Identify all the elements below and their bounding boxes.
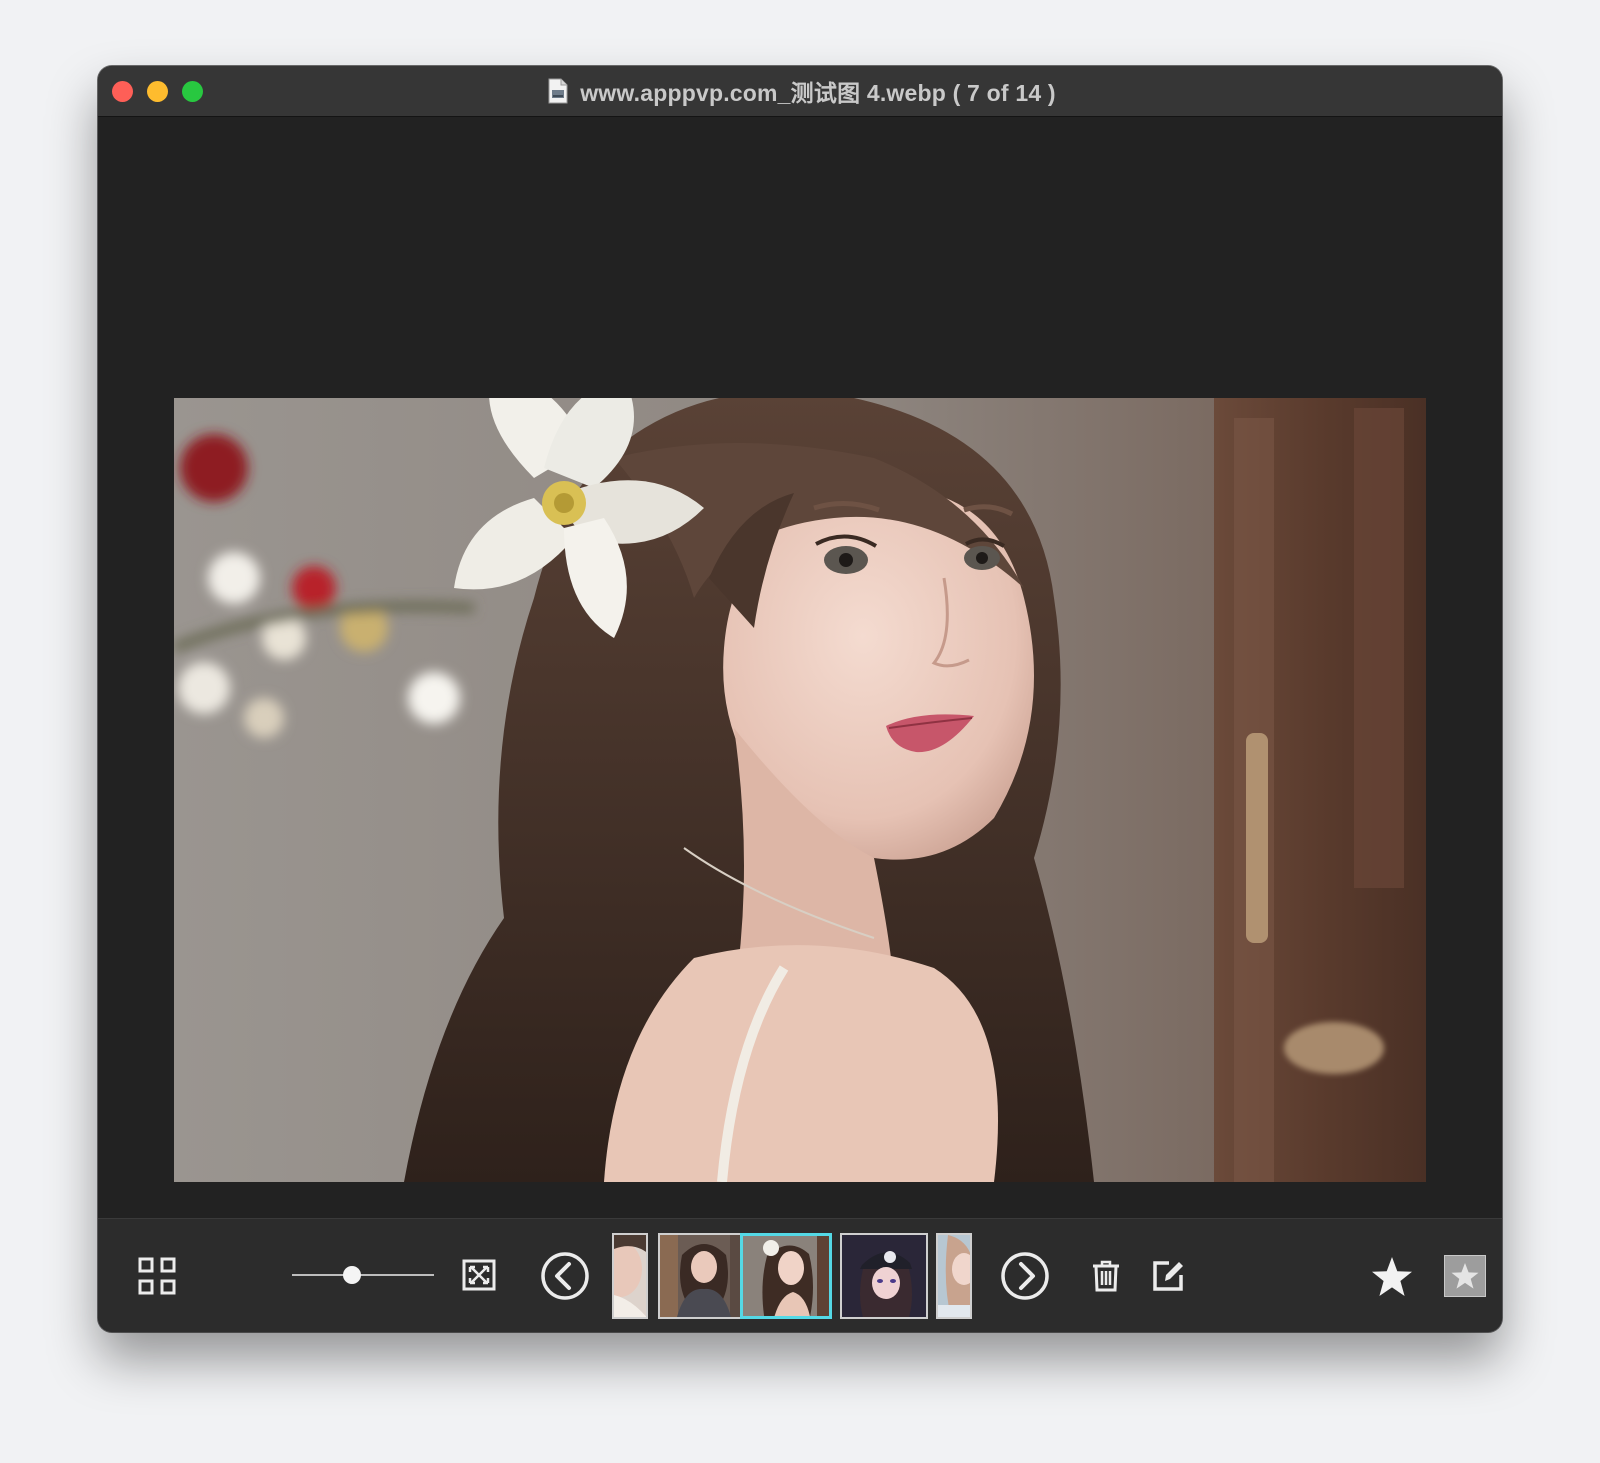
thumbnail-5[interactable] [612, 1233, 648, 1319]
fit-to-window-icon[interactable] [462, 1259, 496, 1291]
edit-icon[interactable] [1151, 1259, 1185, 1293]
zoom-slider-knob[interactable] [342, 1266, 361, 1284]
trash-icon[interactable] [1091, 1259, 1121, 1293]
zoom-slider-track[interactable] [292, 1274, 434, 1276]
bottom-toolbar [98, 1218, 1502, 1332]
star-icon[interactable] [1370, 1255, 1414, 1299]
thumbnail-7-current[interactable] [740, 1233, 832, 1319]
chevron-right-circle-icon[interactable] [1000, 1251, 1050, 1301]
title-bar[interactable]: www.apppvp.com_测试图 4.webp ( 7 of 14 ) [98, 66, 1502, 117]
grid-view-icon[interactable] [138, 1256, 176, 1296]
thumbnail-9[interactable] [936, 1233, 972, 1319]
image-viewer-window: www.apppvp.com_测试图 4.webp ( 7 of 14 ) [98, 66, 1502, 1332]
thumbnail-8[interactable] [840, 1233, 928, 1319]
main-photo[interactable] [174, 398, 1426, 1182]
chevron-left-circle-icon[interactable] [540, 1251, 590, 1301]
thumbnail-6[interactable] [658, 1233, 746, 1319]
zoom-slider[interactable] [292, 1263, 434, 1287]
window-title: www.apppvp.com_测试图 4.webp ( 7 of 14 ) [580, 80, 1056, 106]
document-icon [548, 78, 568, 104]
image-viewport[interactable] [98, 117, 1502, 1218]
star-box-icon[interactable] [1444, 1255, 1486, 1297]
